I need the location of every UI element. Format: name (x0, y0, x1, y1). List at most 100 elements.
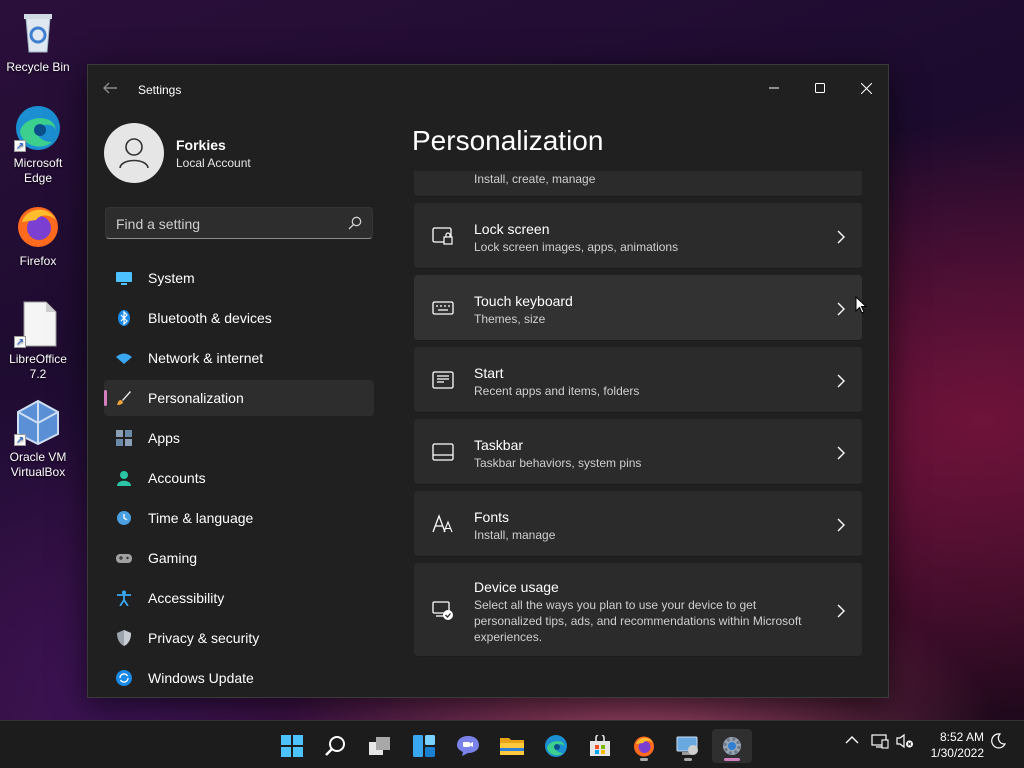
volume-muted-icon[interactable] (896, 733, 914, 754)
chat-button[interactable] (448, 729, 488, 763)
search-input[interactable] (116, 214, 336, 234)
firefox-taskbar-button[interactable] (624, 729, 664, 763)
task-view-button[interactable] (360, 729, 400, 763)
firefox-icon (634, 736, 654, 757)
chevron-right-icon (836, 446, 846, 460)
settings-taskbar-button[interactable] (712, 729, 752, 763)
chevron-up-icon[interactable] (845, 733, 859, 752)
nav-item-network[interactable]: Network & internet (104, 340, 374, 376)
card-subtitle: Select all the ways you plan to use your… (474, 598, 802, 644)
desktop-icon-label: Microsoft Edge (13, 156, 63, 185)
card-subtitle: Install, create, manage (474, 172, 596, 186)
libreoffice-icon: ↗ (14, 300, 62, 348)
recycle-bin-icon (14, 8, 62, 56)
card-device-usage[interactable]: Device usage Select all the ways you pla… (414, 563, 862, 657)
desktop-icon-libreoffice[interactable]: ↗ LibreOffice 7.2 (4, 300, 72, 382)
chevron-right-icon (836, 604, 846, 618)
shortcut-arrow-icon: ↗ (14, 140, 26, 152)
nav-item-bluetooth[interactable]: Bluetooth & devices (104, 300, 374, 336)
card-themes-partial[interactable]: Install, create, manage (414, 171, 862, 197)
search-icon (325, 736, 345, 756)
title-bar[interactable]: Settings (88, 65, 888, 113)
nav-label: Gaming (148, 550, 198, 566)
card-subtitle: Taskbar behaviors, system pins (474, 456, 642, 470)
nav-label: Accounts (148, 470, 206, 486)
nav-item-time-language[interactable]: Time & language (104, 500, 374, 536)
accessibility-icon (116, 590, 132, 607)
edge-icon: ↗ (14, 104, 62, 152)
card-title: Start (474, 365, 504, 381)
back-arrow-icon[interactable] (102, 81, 122, 97)
desktop-icon-label: Recycle Bin (6, 60, 70, 74)
settings-window: Settings Forkies Local Account System Bl (87, 64, 889, 698)
minimize-button[interactable] (751, 73, 797, 103)
desktop-icon-firefox[interactable]: Firefox (4, 202, 72, 269)
running-indicator (640, 758, 648, 761)
page-title: Personalization (412, 125, 604, 156)
nav-label: Privacy & security (148, 630, 260, 646)
network-icon[interactable] (871, 733, 889, 754)
search-icon[interactable] (348, 216, 362, 230)
desktop-icon-recycle-bin[interactable]: Recycle Bin (4, 8, 72, 75)
person-icon (116, 470, 132, 486)
card-taskbar[interactable]: Taskbar Taskbar behaviors, system pins (414, 419, 862, 485)
card-subtitle: Install, manage (474, 528, 556, 542)
nav-item-accessibility[interactable]: Accessibility (104, 580, 374, 616)
lock-screen-icon (432, 225, 454, 247)
card-fonts[interactable]: Fonts Install, manage (414, 491, 862, 557)
nav-item-privacy[interactable]: Privacy & security (104, 620, 374, 656)
file-explorer-icon (500, 738, 524, 755)
maximize-button[interactable] (797, 73, 843, 103)
user-profile[interactable]: Forkies Local Account (104, 123, 384, 185)
profile-name: Forkies (176, 137, 226, 153)
nav-item-gaming[interactable]: Gaming (104, 540, 374, 576)
widgets-icon (413, 735, 435, 757)
nav-label: System (148, 270, 195, 286)
profile-account-type: Local Account (176, 156, 251, 170)
nav-label: Network & internet (148, 350, 264, 366)
card-touch-keyboard[interactable]: Touch keyboard Themes, size (414, 275, 862, 341)
window-title: Settings (138, 83, 182, 97)
avatar (104, 123, 164, 183)
nav-item-system[interactable]: System (104, 260, 374, 296)
desktop-icon-edge[interactable]: ↗ Microsoft Edge (4, 104, 72, 186)
shortcut-arrow-icon: ↗ (14, 434, 26, 446)
nav-label: Accessibility (148, 590, 225, 606)
desktop-icon-virtualbox[interactable]: ↗ Oracle VM VirtualBox (4, 398, 72, 480)
firefox-icon (14, 202, 62, 250)
card-lock-screen[interactable]: Lock screen Lock screen images, apps, an… (414, 203, 862, 269)
chevron-right-icon (836, 302, 846, 316)
close-button[interactable] (843, 73, 888, 103)
nav-item-windows-update[interactable]: Windows Update (104, 660, 374, 696)
desktop-icon-label: Oracle VM VirtualBox (9, 450, 67, 479)
file-explorer-button[interactable] (492, 729, 532, 763)
edge-taskbar-button[interactable] (536, 729, 576, 763)
running-indicator (684, 758, 692, 761)
card-subtitle: Recent apps and items, folders (474, 384, 640, 398)
card-subtitle: Lock screen images, apps, animations (474, 240, 679, 254)
start-button[interactable] (272, 729, 312, 763)
widgets-button[interactable] (404, 729, 444, 763)
control-panel-button[interactable] (668, 729, 708, 763)
search-box[interactable] (105, 207, 373, 239)
settings-icon (723, 737, 741, 755)
chevron-right-icon (836, 518, 846, 532)
gamepad-icon (116, 550, 132, 566)
nav-label: Personalization (148, 390, 244, 406)
nav-item-personalization[interactable]: Personalization (104, 380, 374, 416)
nav-label: Bluetooth & devices (148, 310, 272, 326)
clock[interactable]: 8:52 AM 1/30/2022 (918, 729, 984, 761)
card-title: Device usage (474, 579, 559, 595)
focus-assist-moon-icon[interactable] (990, 733, 1007, 754)
card-start[interactable]: Start Recent apps and items, folders (414, 347, 862, 413)
nav-item-accounts[interactable]: Accounts (104, 460, 374, 496)
bluetooth-icon (116, 310, 132, 326)
chat-icon (457, 736, 479, 756)
mouse-cursor-icon (855, 295, 868, 314)
taskbar-search-button[interactable] (316, 729, 356, 763)
nav-item-apps[interactable]: Apps (104, 420, 374, 456)
virtualbox-icon: ↗ (14, 398, 62, 446)
store-button[interactable] (580, 729, 620, 763)
desktop-icon-label: LibreOffice 7.2 (9, 352, 67, 381)
card-subtitle: Themes, size (474, 312, 546, 326)
